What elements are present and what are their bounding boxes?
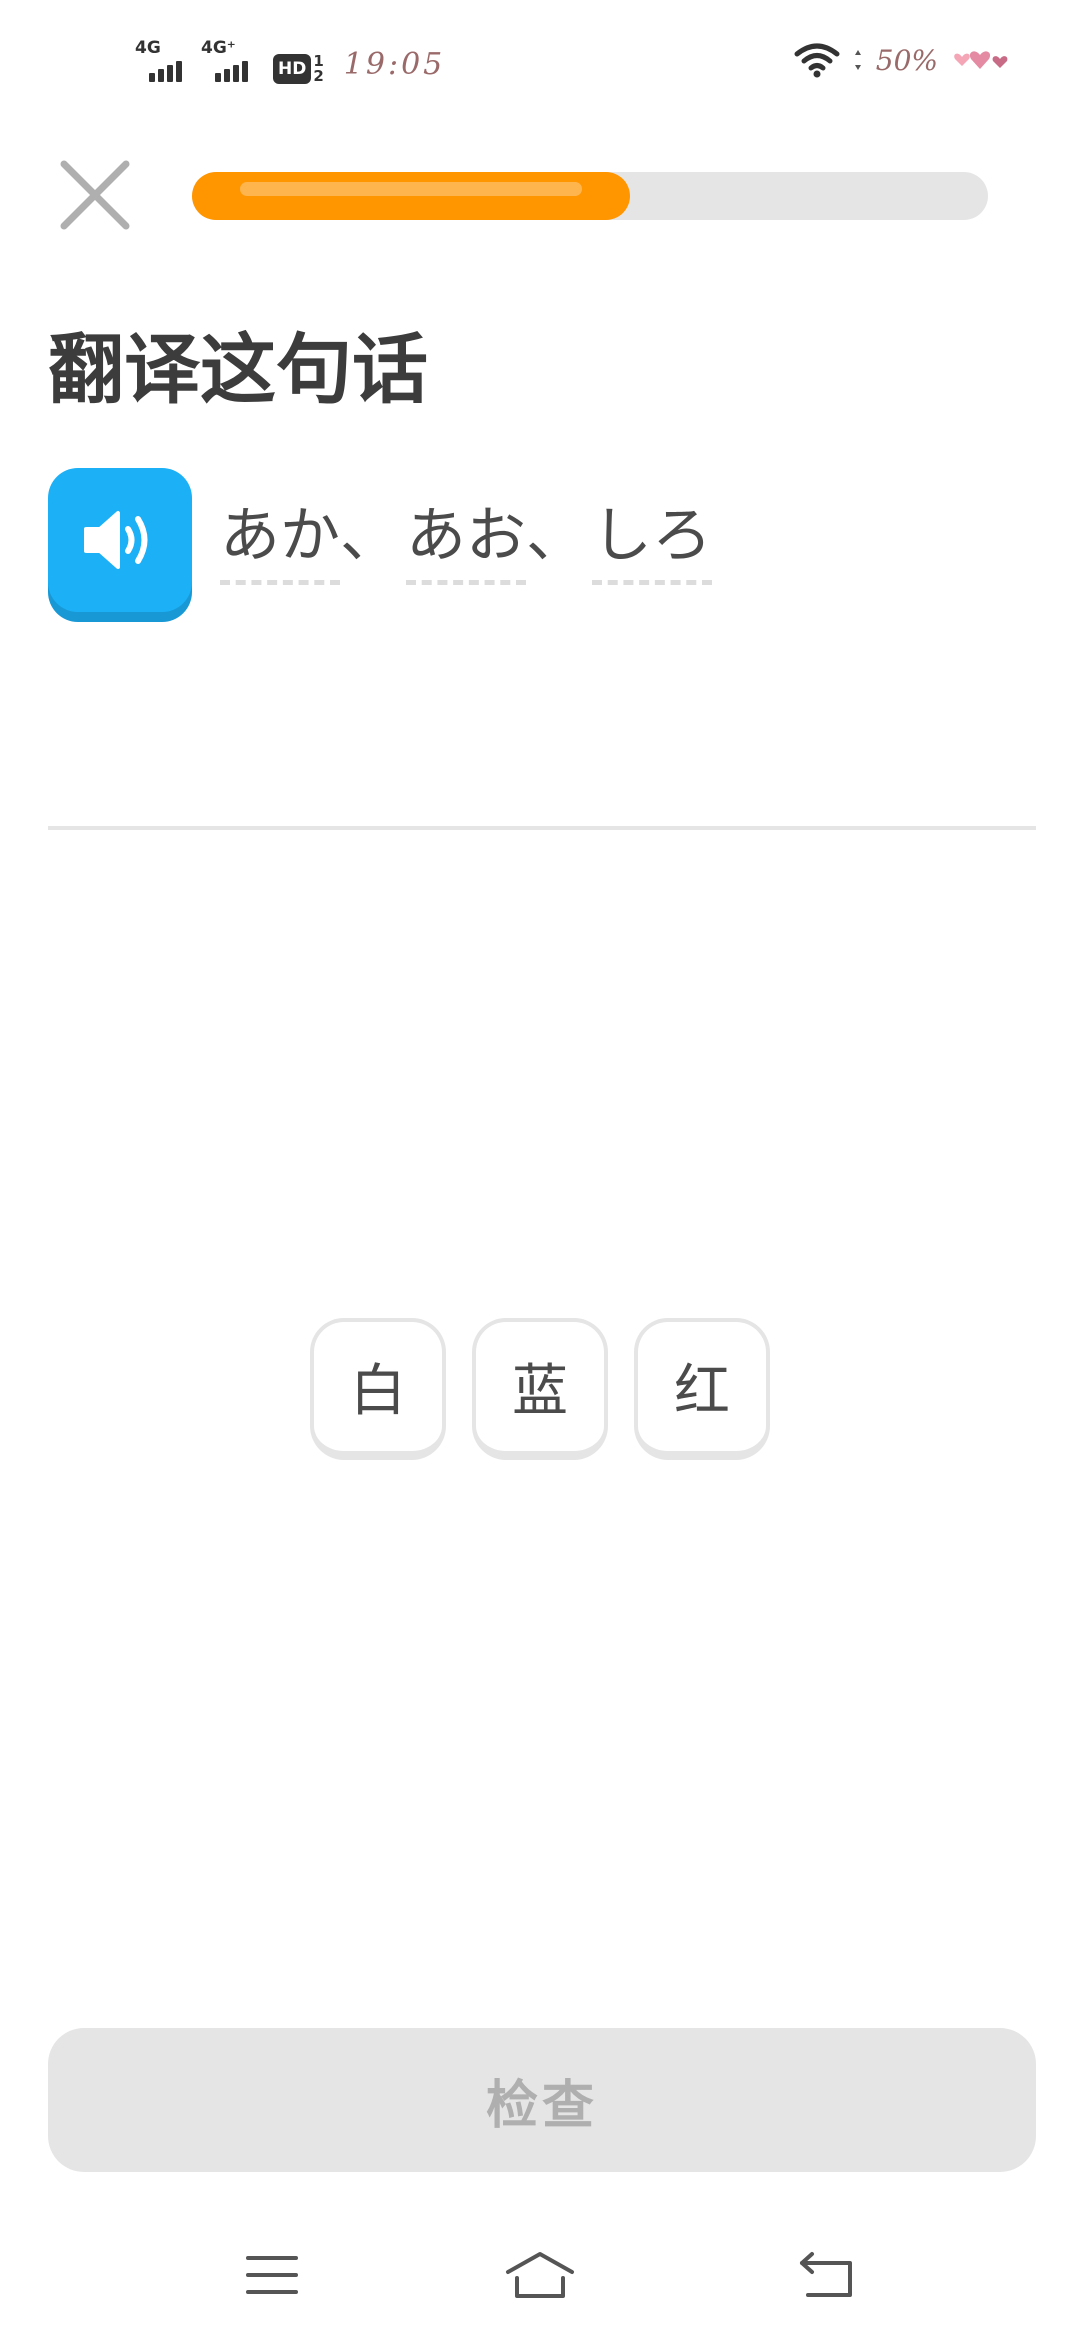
battery-level: 50%	[875, 43, 938, 77]
menu-button[interactable]	[232, 2240, 312, 2310]
hd-sim-bottom: 2	[313, 67, 324, 85]
source-sentence: あか 、 あお 、 しろ	[220, 490, 712, 590]
system-nav-bar	[0, 2230, 1080, 2320]
sentence-separator: 、	[526, 500, 586, 571]
signal-icon: 4G	[135, 40, 191, 84]
status-time: 19:05	[343, 47, 446, 82]
menu-icon	[246, 2256, 298, 2294]
word-tile[interactable]: 白	[310, 1318, 446, 1460]
lesson-progress-bar	[192, 172, 988, 220]
sentence-word[interactable]: しろ	[592, 496, 712, 585]
progress-highlight	[240, 182, 582, 196]
sentence-word[interactable]: あお	[406, 496, 526, 585]
signal-icon: 4G⁺	[201, 40, 257, 84]
wifi-arrows-icon	[854, 50, 861, 70]
status-bar: 4G 4G⁺ HD 1 2 19:05 50%	[0, 0, 1080, 110]
answer-area-line	[48, 826, 1036, 830]
back-button[interactable]	[788, 2240, 868, 2310]
wifi-icon	[794, 43, 840, 78]
play-audio-button[interactable]	[48, 468, 192, 612]
back-icon	[800, 2252, 852, 2297]
close-button[interactable]	[56, 156, 134, 234]
check-button[interactable]: 检查	[48, 2028, 1036, 2172]
sentence-separator: 、	[340, 500, 400, 571]
close-icon	[60, 160, 130, 230]
lesson-progress-fill	[192, 172, 630, 220]
sim1-network-label: 4G	[135, 38, 161, 58]
hd-volte-icon: HD 1 2	[273, 54, 324, 84]
hd-label: HD	[273, 54, 312, 84]
status-left-group: 4G 4G⁺ HD 1 2 19:05	[135, 36, 445, 84]
home-button[interactable]	[500, 2240, 580, 2310]
status-right-group: 50%	[794, 40, 1012, 80]
home-icon	[506, 2252, 574, 2298]
hearts-sticker-icon	[952, 43, 1012, 77]
page-title: 翻译这句话	[48, 325, 428, 414]
sim2-network-label: 4G⁺	[201, 38, 236, 58]
word-tile[interactable]: 红	[634, 1318, 770, 1460]
word-bank: 白 蓝 红	[0, 1318, 1080, 1460]
sentence-word[interactable]: あか	[220, 496, 340, 585]
speaker-icon	[84, 511, 148, 569]
word-tile[interactable]: 蓝	[472, 1318, 608, 1460]
